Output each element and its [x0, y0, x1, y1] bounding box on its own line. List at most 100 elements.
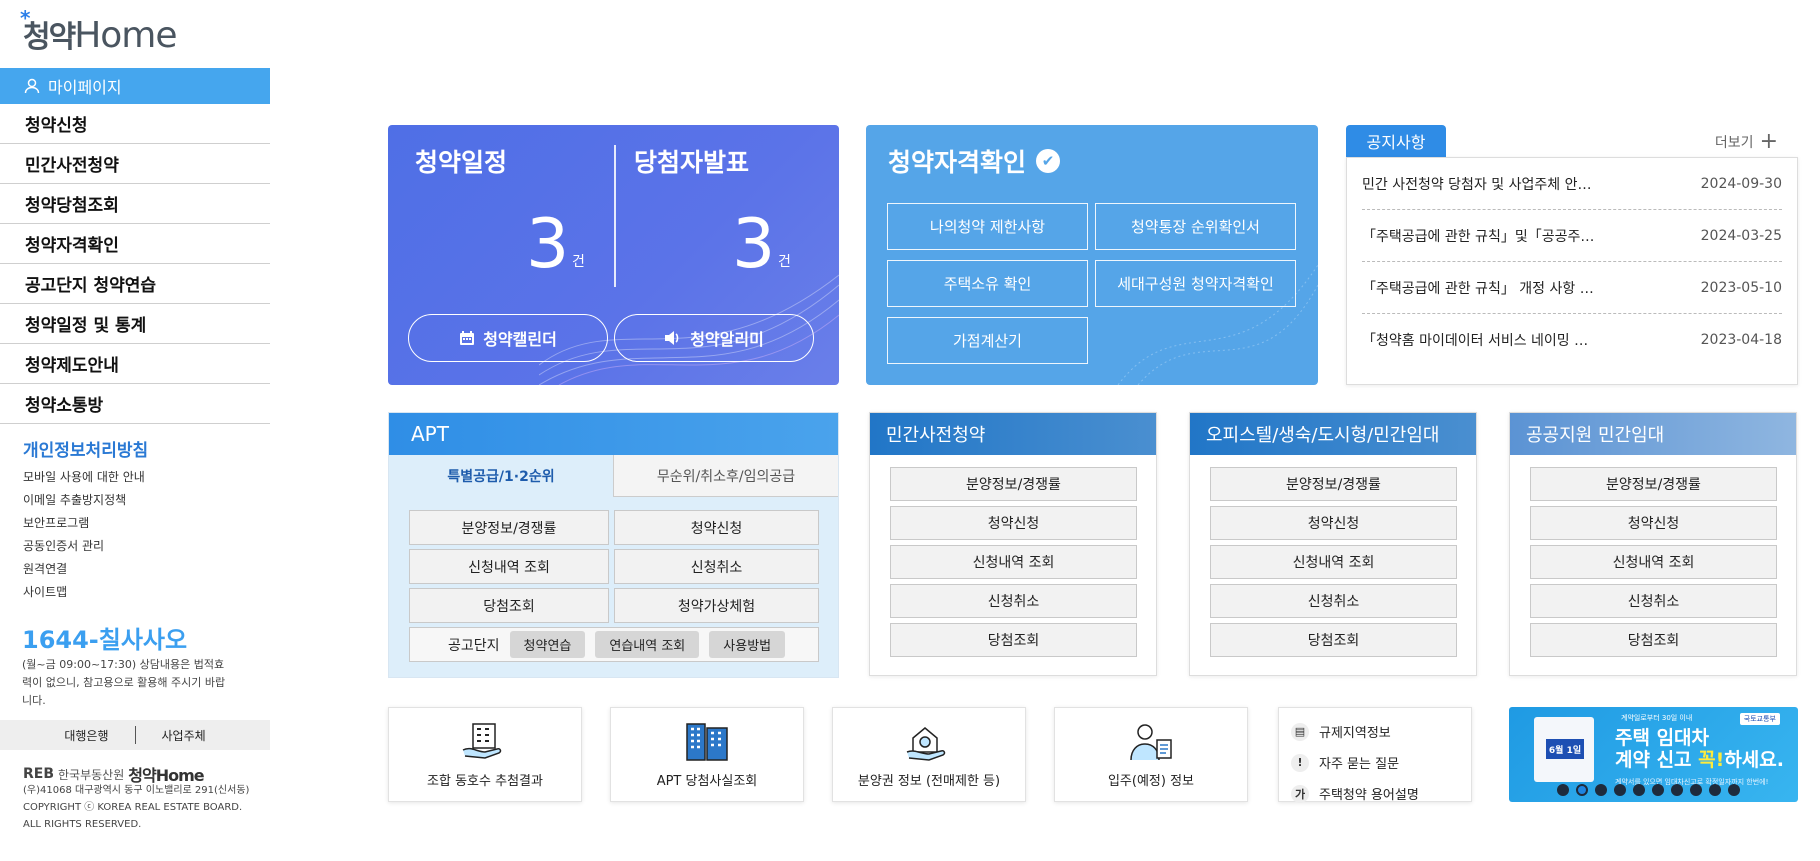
notice-tab[interactable]: 공지사항: [1346, 125, 1446, 157]
slide-dot[interactable]: [1557, 784, 1569, 796]
house-search-icon: [906, 727, 946, 761]
move-in-info-card[interactable]: 입주(예정) 정보: [1054, 707, 1248, 802]
resale-info-label: 분양권 정보 (전매제한 등): [857, 774, 1001, 789]
slide-dot[interactable]: [1595, 784, 1607, 796]
mypage-link[interactable]: 마이페이지: [0, 68, 270, 104]
menu-item-winner-check[interactable]: 청약당첨조회: [0, 184, 270, 224]
of-cancel-button[interactable]: 신청취소: [1210, 584, 1457, 618]
apt-apply-button[interactable]: 청약신청: [614, 510, 819, 545]
user-icon: [24, 78, 40, 94]
check-icon: ✔: [1036, 149, 1061, 173]
phone-words: 칠사사오: [98, 626, 188, 654]
slide-dot[interactable]: [1709, 784, 1721, 796]
slide-dot[interactable]: [1614, 784, 1626, 796]
practice-history-button[interactable]: 연습내역 조회: [595, 631, 700, 658]
menu-item-schedule-stats[interactable]: 청약일정 및 통계: [0, 304, 270, 344]
slide-dot[interactable]: [1633, 784, 1645, 796]
notice-title: 「청약홈 마이데이터 서비스 네이밍 …: [1362, 333, 1589, 349]
menu-item-qualification[interactable]: 청약자격확인: [0, 224, 270, 264]
pr-sale-info-button[interactable]: 분양정보/경쟁률: [1530, 467, 1777, 501]
faq-link[interactable]: ! 자주 묻는 질문: [1291, 747, 1459, 778]
my-restrictions-button[interactable]: 나의청약 제한사항: [887, 203, 1088, 250]
privacy-policy-link[interactable]: 개인정보처리방침: [23, 436, 148, 461]
of-sale-info-button[interactable]: 분양정보/경쟁률: [1210, 467, 1457, 501]
winners-count[interactable]: 3: [732, 205, 775, 285]
alarm-button[interactable]: 청약알리미: [614, 314, 814, 362]
link-sitemap[interactable]: 사이트맵: [23, 581, 145, 604]
tab-unranked-supply[interactable]: 무순위/취소후/임의공급: [613, 455, 838, 497]
apt-sale-info-button[interactable]: 분양정보/경쟁률: [409, 510, 609, 545]
private-pre-header: 민간사전청약: [870, 413, 1156, 455]
slide-dot[interactable]: [1652, 784, 1664, 796]
regulated-area-link[interactable]: ▤ 규제지역정보: [1291, 716, 1459, 747]
schedule-count[interactable]: 3: [526, 205, 569, 285]
notice-item[interactable]: 「주택공급에 관한 규칙」 개정 사항 … 2023-05-10: [1362, 262, 1782, 314]
union-lottery-card[interactable]: 조합 동호수 추첨결과: [388, 707, 582, 802]
account-rank-button[interactable]: 청약통장 순위확인서: [1095, 203, 1296, 250]
notice-item[interactable]: 「주택공급에 관한 규칙」및「공공주… 2024-03-25: [1362, 210, 1782, 262]
apt-title: APT: [411, 422, 449, 446]
more-link[interactable]: 더보기 +: [1715, 129, 1778, 154]
bank-link[interactable]: 대행은행: [38, 727, 134, 744]
link-security-program[interactable]: 보안프로그램: [23, 512, 145, 535]
notice-item[interactable]: 「청약홈 마이데이터 서비스 네이밍 … 2023-04-18: [1362, 314, 1782, 366]
slide-dot[interactable]: [1690, 784, 1702, 796]
score-calculator-button[interactable]: 가점계산기: [887, 317, 1088, 364]
of-winner-button[interactable]: 당첨조회: [1210, 623, 1457, 657]
apt-virtual-button[interactable]: 청약가상체험: [614, 588, 819, 623]
menu-item-practice[interactable]: 공고단지 청약연습: [0, 264, 270, 304]
notice-item[interactable]: 민간 사전청약 당첨자 및 사업주체 안… 2024-09-30: [1362, 158, 1782, 210]
pr-history-button[interactable]: 신청내역 조회: [1530, 545, 1777, 579]
menu-item-apply[interactable]: 청약신청: [0, 104, 270, 144]
practice-label: 공고단지: [448, 637, 500, 654]
pp-cancel-button[interactable]: 신청취소: [890, 584, 1137, 618]
pr-cancel-button[interactable]: 신청취소: [1530, 584, 1777, 618]
pp-sale-info-button[interactable]: 분양정보/경쟁률: [890, 467, 1137, 501]
apt-cancel-button[interactable]: 신청취소: [614, 549, 819, 584]
household-qualification-button[interactable]: 세대구성원 청약자격확인: [1095, 260, 1296, 307]
pp-history-button[interactable]: 신청내역 조회: [890, 545, 1137, 579]
apt-history-button[interactable]: 신청내역 조회: [409, 549, 609, 584]
calendar-label: 청약캘린더: [483, 330, 557, 349]
of-history-button[interactable]: 신청내역 조회: [1210, 545, 1457, 579]
usage-guide-button[interactable]: 사용방법: [709, 631, 786, 658]
public-rental-panel: 공공지원 민간임대 분양정보/경쟁률 청약신청 신청내역 조회 신청취소 당첨조…: [1509, 412, 1797, 676]
rental-report-banner[interactable]: 6월 1일 계약일로부터 30일 이내 국토교통부 주택 임대차 계약 신고 꼭…: [1509, 707, 1798, 802]
menu-item-private-pre[interactable]: 민간사전청약: [0, 144, 270, 184]
link-remote[interactable]: 원격연결: [23, 558, 145, 581]
apt-winner-button[interactable]: 당첨조회: [409, 588, 609, 623]
pr-apply-button[interactable]: 청약신청: [1530, 506, 1777, 540]
winners-unit: 건: [778, 254, 791, 270]
notice-list: 민간 사전청약 당첨자 및 사업주체 안… 2024-09-30 「주택공급에 관…: [1346, 157, 1798, 385]
tab-special-supply[interactable]: 특별공급/1·2순위: [389, 455, 613, 497]
glossary-link[interactable]: 가 주택청약 용어설명: [1291, 778, 1459, 809]
resale-info-card[interactable]: 분양권 정보 (전매제한 등): [832, 707, 1026, 802]
of-apply-button[interactable]: 청약신청: [1210, 506, 1457, 540]
calendar-button[interactable]: 청약캘린더: [408, 314, 608, 362]
house-ownership-button[interactable]: 주택소유 확인: [887, 260, 1088, 307]
copyright-text: COPYRIGHT ⓒ KOREA REAL ESTATE BOARD.: [23, 802, 243, 813]
link-email-policy[interactable]: 이메일 추출방지정책: [23, 489, 145, 512]
pr-winner-button[interactable]: 당첨조회: [1530, 623, 1777, 657]
footer-address: (우)41068 대구광역시 동구 이노밸리로 291(신서동) COPYRIG…: [23, 782, 249, 833]
regulated-area-label: 규제지역정보: [1319, 726, 1391, 741]
slide-dot[interactable]: [1576, 784, 1588, 796]
apt-header: APT: [389, 413, 838, 455]
practice-button[interactable]: 청약연습: [509, 631, 586, 658]
link-mobile-guide[interactable]: 모바일 사용에 대한 안내: [23, 466, 145, 489]
pp-winner-button[interactable]: 당첨조회: [890, 623, 1137, 657]
winners-title[interactable]: 당첨자발표: [634, 143, 749, 179]
schedule-title[interactable]: 청약일정: [415, 143, 507, 179]
link-certificate[interactable]: 공동인증서 관리: [23, 535, 145, 558]
business-link[interactable]: 사업주체: [136, 727, 232, 744]
bank-links: 대행은행 사업주체: [0, 720, 270, 750]
apt-win-check-card[interactable]: APT 당첨사실조회: [610, 707, 804, 802]
schedule-unit: 건: [572, 254, 585, 270]
public-rental-header: 공공지원 민간임대: [1510, 413, 1796, 455]
slide-dot[interactable]: [1671, 784, 1683, 796]
menu-item-community[interactable]: 청약소통방: [0, 384, 270, 424]
pp-apply-button[interactable]: 청약신청: [890, 506, 1137, 540]
menu-item-system-guide[interactable]: 청약제도안내: [0, 344, 270, 384]
slide-dot[interactable]: [1728, 784, 1740, 796]
site-logo[interactable]: * 청약 Home: [20, 6, 178, 56]
